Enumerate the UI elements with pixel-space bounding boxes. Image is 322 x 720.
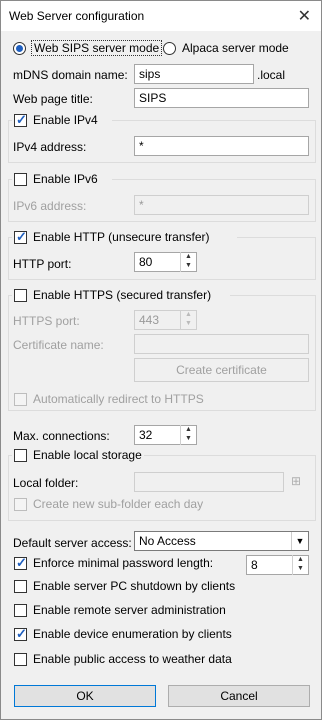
https-checkbox[interactable] — [14, 289, 27, 302]
ipv4-address-input[interactable]: * — [134, 136, 309, 156]
folder-tree-icon[interactable]: ⊞ — [291, 474, 301, 488]
mdns-input[interactable]: sips — [134, 64, 254, 84]
ipv4-checkbox[interactable] — [14, 112, 27, 128]
sips-mode-radio[interactable] — [13, 42, 26, 55]
http-port-stepper[interactable]: ▲ ▼ — [180, 252, 196, 272]
alpaca-mode-label[interactable]: Alpaca server mode — [182, 41, 289, 55]
http-port-label: HTTP port: — [13, 257, 72, 271]
max-connections-label: Max. connections: — [13, 429, 110, 443]
enforce-password-checkbox[interactable] — [14, 555, 27, 571]
mdns-suffix: .local — [257, 68, 286, 82]
subfolder-label[interactable]: Create new sub-folder each day — [33, 497, 203, 511]
local-folder-label: Local folder: — [13, 476, 79, 490]
redirect-https-label[interactable]: Automatically redirect to HTTPS — [33, 392, 204, 406]
shutdown-checkbox[interactable] — [14, 580, 27, 593]
title-bar: Web Server configuration ✕ — [1, 1, 321, 31]
ipv6-label[interactable]: Enable IPv6 — [33, 172, 98, 186]
local-folder-input[interactable] — [134, 472, 284, 492]
subfolder-checkbox[interactable] — [14, 498, 27, 511]
ipv4-label[interactable]: Enable IPv4 — [33, 113, 98, 127]
https-port-label: HTTPS port: — [13, 314, 80, 328]
ipv6-checkbox[interactable] — [14, 173, 27, 186]
https-port-stepper[interactable]: ▲ ▼ — [180, 310, 196, 330]
default-access-select[interactable]: No Access ▼ — [134, 531, 309, 551]
dialog-window: Web Server configuration ✕ Web SIPS serv… — [0, 0, 322, 720]
sips-mode-label[interactable]: Web SIPS server mode — [31, 40, 163, 56]
ipv6-address-label: IPv6 address: — [13, 199, 87, 213]
mdns-label: mDNS domain name: — [13, 68, 128, 82]
ok-button[interactable]: OK — [14, 685, 156, 707]
device-enum-checkbox[interactable] — [14, 626, 27, 642]
webpage-title-input[interactable]: SIPS — [134, 88, 309, 108]
weather-access-checkbox[interactable] — [14, 653, 27, 666]
webpage-title-label: Web page title: — [13, 92, 93, 106]
local-storage-label[interactable]: Enable local storage — [33, 448, 142, 462]
default-access-value: No Access — [139, 534, 196, 548]
remote-admin-label[interactable]: Enable remote server administration — [33, 603, 226, 617]
password-length-stepper[interactable]: ▲ ▼ — [292, 555, 308, 575]
default-access-label: Default server access: — [13, 536, 132, 550]
http-label[interactable]: Enable HTTP (unsecure transfer) — [33, 230, 210, 244]
enforce-password-label[interactable]: Enforce minimal password length: — [33, 556, 213, 570]
window-title: Web Server configuration — [9, 9, 145, 23]
close-icon[interactable]: ✕ — [298, 6, 311, 26]
local-storage-checkbox[interactable] — [14, 449, 27, 462]
remote-admin-checkbox[interactable] — [14, 604, 27, 617]
certificate-name-label: Certificate name: — [13, 338, 104, 352]
http-checkbox[interactable] — [14, 229, 27, 245]
alpaca-mode-radio[interactable] — [163, 42, 176, 55]
weather-access-label[interactable]: Enable public access to weather data — [33, 652, 232, 666]
device-enum-label[interactable]: Enable device enumeration by clients — [33, 627, 232, 641]
https-label[interactable]: Enable HTTPS (secured transfer) — [33, 288, 211, 302]
certificate-name-input[interactable] — [134, 334, 309, 354]
max-connections-stepper[interactable]: ▲ ▼ — [180, 425, 196, 445]
redirect-https-checkbox[interactable] — [14, 393, 27, 406]
cancel-button[interactable]: Cancel — [168, 685, 310, 707]
chevron-down-icon[interactable]: ▼ — [291, 532, 308, 550]
ipv6-address-input[interactable]: * — [134, 195, 309, 215]
shutdown-label[interactable]: Enable server PC shutdown by clients — [33, 579, 235, 593]
create-certificate-button[interactable]: Create certificate — [134, 358, 309, 382]
ipv4-address-label: IPv4 address: — [13, 140, 87, 154]
